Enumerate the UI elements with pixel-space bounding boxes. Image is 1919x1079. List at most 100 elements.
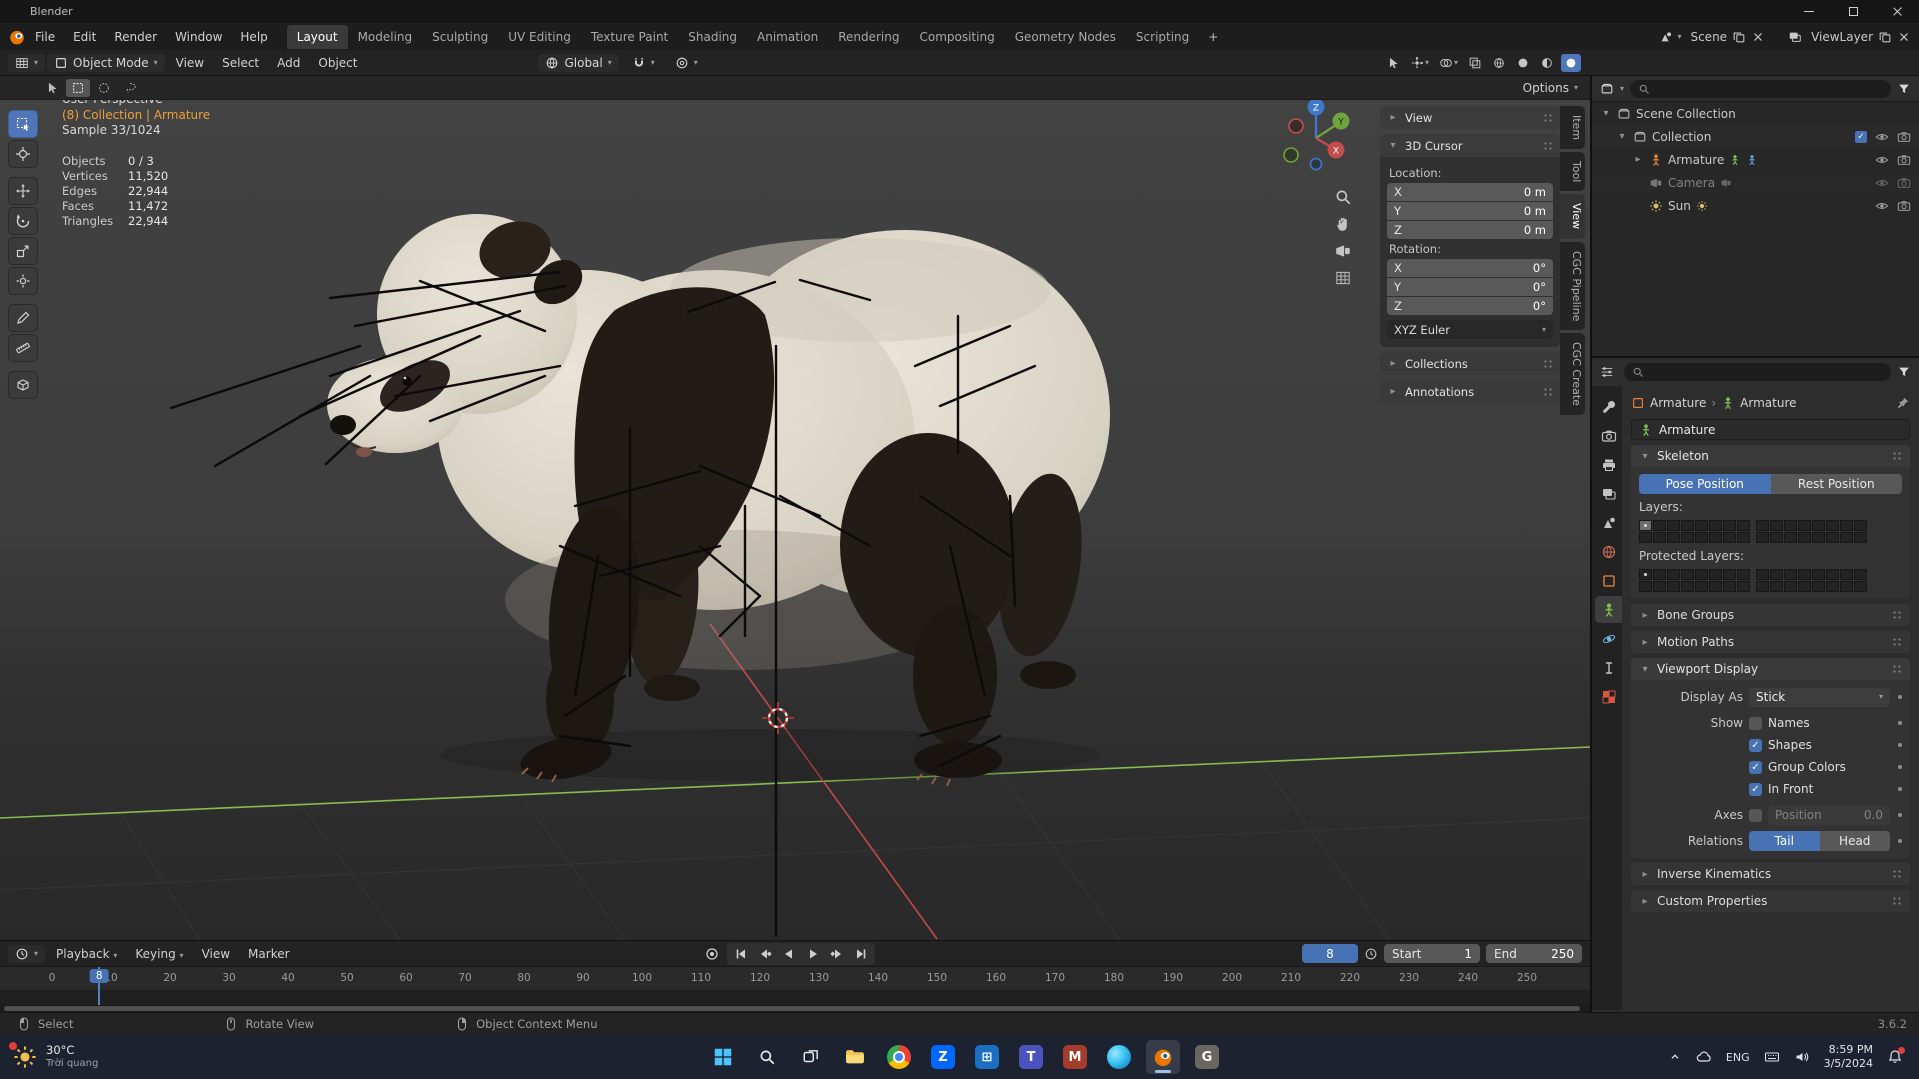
- layer-cell[interactable]: [1667, 520, 1680, 531]
- animate-dot-icon[interactable]: [1898, 813, 1902, 817]
- frame-start-field[interactable]: Start 1: [1384, 944, 1480, 963]
- tool-transform[interactable]: [8, 267, 38, 295]
- filter-icon[interactable]: [1897, 365, 1911, 379]
- layer-cell[interactable]: [1737, 520, 1750, 531]
- panda-model[interactable]: [327, 214, 1110, 787]
- workspace-tab-geometry-nodes[interactable]: Geometry Nodes: [1005, 25, 1126, 49]
- menu-render[interactable]: Render: [105, 26, 166, 48]
- weather-widget[interactable]: 30°C Trời quang: [0, 1041, 110, 1070]
- rotation-mode-dropdown[interactable]: XYZ Euler ▾: [1387, 320, 1553, 339]
- collections-section[interactable]: ▸ Collections: [1380, 352, 1560, 375]
- layer-cell[interactable]: [1709, 581, 1722, 592]
- layer-cell[interactable]: [1756, 581, 1769, 592]
- panel-bone-groups[interactable]: ▸ Bone Groups: [1631, 604, 1910, 626]
- layer-cell[interactable]: [1756, 569, 1769, 580]
- layer-cell[interactable]: [1798, 520, 1811, 531]
- layer-cell[interactable]: [1681, 569, 1694, 580]
- panel-custom-properties[interactable]: ▸ Custom Properties: [1631, 890, 1910, 912]
- timeline-menu-playback[interactable]: Playback ▾: [47, 943, 126, 965]
- workspace-tab-rendering[interactable]: Rendering: [828, 25, 909, 49]
- n-panel-tab-cgc-pipeline[interactable]: CGC Pipeline: [1560, 241, 1585, 330]
- in-front-checkbox[interactable]: ✓: [1749, 782, 1762, 796]
- workspace-tab-animation[interactable]: Animation: [747, 25, 828, 49]
- timeline-menu-view[interactable]: View: [193, 943, 239, 965]
- viewlayer-name[interactable]: ViewLayer: [1811, 30, 1873, 44]
- menu-file[interactable]: File: [26, 26, 64, 48]
- exclude-checkbox[interactable]: ✓: [1855, 130, 1867, 143]
- layer-cell[interactable]: [1653, 520, 1666, 531]
- disable-render-camera-icon[interactable]: [1897, 199, 1911, 213]
- layer-cell[interactable]: [1639, 520, 1652, 531]
- unlink-scene-icon[interactable]: [1751, 30, 1765, 44]
- layer-cell[interactable]: [1784, 581, 1797, 592]
- layer-cell[interactable]: [1798, 532, 1811, 543]
- tool-select-box[interactable]: [8, 110, 38, 138]
- tray-overflow-icon[interactable]: [1668, 1050, 1682, 1064]
- notifications-bell-icon[interactable]: [1887, 1047, 1905, 1065]
- select-mode-box[interactable]: [66, 78, 90, 97]
- nav-zoom-button[interactable]: [1334, 188, 1352, 206]
- chevron-right-icon[interactable]: ▸: [1632, 154, 1644, 165]
- minimize-button[interactable]: [1787, 0, 1831, 23]
- maximize-button[interactable]: [1831, 0, 1875, 23]
- panel-inverse-kinematics[interactable]: ▸ Inverse Kinematics: [1631, 863, 1910, 885]
- chevron-down-icon[interactable]: ▾: [1600, 108, 1612, 119]
- tool-move[interactable]: [8, 177, 38, 205]
- layer-cell[interactable]: [1770, 581, 1783, 592]
- playhead-frame-label[interactable]: 8: [89, 969, 109, 983]
- timeline-scrollbar[interactable]: [0, 1005, 1590, 1012]
- layer-cell[interactable]: [1723, 520, 1736, 531]
- current-frame-field[interactable]: 8: [1302, 944, 1358, 963]
- skeleton-panel-header[interactable]: ▾ Skeleton: [1631, 445, 1910, 467]
- axes-position-slider[interactable]: Position 0.0: [1768, 805, 1890, 825]
- layer-cell[interactable]: [1667, 581, 1680, 592]
- tool-rotate[interactable]: [8, 207, 38, 235]
- jump-start-button[interactable]: [729, 944, 753, 964]
- layer-cell[interactable]: [1812, 532, 1825, 543]
- breadcrumb-data[interactable]: Armature: [1740, 396, 1796, 410]
- navigation-gizmo[interactable]: Z Y X: [1277, 94, 1355, 172]
- n-panel-tab-cgc-create[interactable]: CGC Create: [1560, 332, 1585, 415]
- editor-outliner-icon[interactable]: [1600, 82, 1614, 96]
- layer-cell[interactable]: [1639, 569, 1652, 580]
- layer-cell[interactable]: [1812, 520, 1825, 531]
- outliner-row-sun[interactable]: Sun: [1592, 194, 1919, 217]
- layer-cell[interactable]: [1695, 520, 1708, 531]
- tail-button[interactable]: Tail: [1749, 831, 1820, 851]
- workspace-tab-texture-paint[interactable]: Texture Paint: [581, 25, 678, 49]
- cursor-location-y-field[interactable]: Y 0 m: [1387, 202, 1553, 220]
- play-button[interactable]: [801, 944, 825, 964]
- select-mode-circle[interactable]: [92, 79, 116, 97]
- cursor-location-z-field[interactable]: Z 0 m: [1387, 221, 1553, 239]
- layer-cell[interactable]: [1854, 532, 1867, 543]
- layer-cell[interactable]: [1812, 569, 1825, 580]
- new-viewlayer-icon[interactable]: [1878, 30, 1892, 44]
- disable-render-camera-icon[interactable]: [1897, 130, 1911, 144]
- pin-icon[interactable]: [1896, 396, 1910, 410]
- hide-eye-icon[interactable]: [1875, 176, 1889, 190]
- cursor-rotation-x-field[interactable]: X 0°: [1387, 259, 1553, 277]
- properties-tab-render[interactable]: [1595, 422, 1622, 449]
- animate-dot-icon[interactable]: [1898, 839, 1902, 843]
- properties-tab-physics[interactable]: [1595, 625, 1622, 652]
- scene-name[interactable]: Scene: [1690, 30, 1727, 44]
- shading-wireframe-button[interactable]: [1489, 54, 1509, 72]
- properties-tab-object-data[interactable]: [1595, 596, 1622, 623]
- gizmos-button[interactable]: ▾: [1407, 54, 1432, 72]
- display-as-dropdown[interactable]: Stick ▾: [1749, 687, 1890, 707]
- animate-dot-icon[interactable]: [1898, 721, 1902, 725]
- animate-dot-icon[interactable]: [1898, 765, 1902, 769]
- overlays-button[interactable]: ▾: [1436, 54, 1461, 72]
- layer-cell[interactable]: [1653, 581, 1666, 592]
- tool-scale[interactable]: [8, 237, 38, 265]
- layer-cell[interactable]: [1723, 581, 1736, 592]
- hide-eye-icon[interactable]: [1875, 199, 1889, 213]
- layer-cell[interactable]: [1770, 569, 1783, 580]
- timeline-ruler[interactable]: 0 10 20 30 40 50 60 70 80 90 100 110 120 130 140 150 160…: [0, 967, 1590, 1005]
- layer-cell[interactable]: [1826, 532, 1839, 543]
- n-panel-tab-view[interactable]: View: [1560, 194, 1585, 239]
- shapes-checkbox[interactable]: ✓: [1749, 738, 1762, 752]
- play-reverse-button[interactable]: [777, 944, 801, 964]
- layer-cell[interactable]: [1840, 569, 1853, 580]
- viewlayer-button[interactable]: [1784, 28, 1806, 46]
